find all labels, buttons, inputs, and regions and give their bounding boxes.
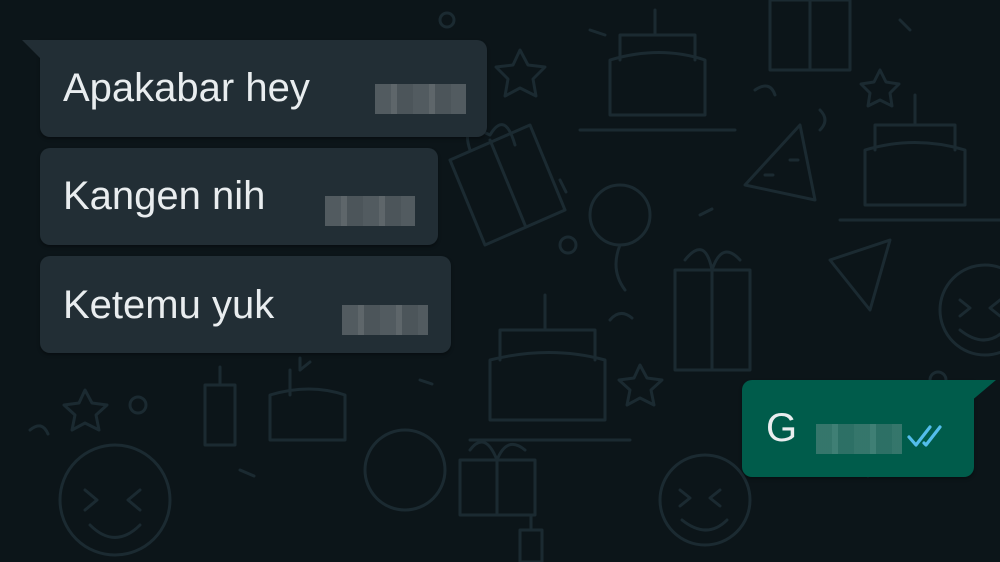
doodle-party-hat-icon [828,238,892,312]
doodle-face-icon [363,428,447,512]
message-text: Kangen nih [63,174,266,218]
doodle-cake-icon [268,356,347,442]
doodle-candle-icon [203,365,237,447]
doodle-star-icon [859,68,901,108]
doodle-gift-icon [768,0,852,72]
doodle-face-icon [58,443,172,557]
doodle-cake-icon [838,93,1000,222]
doodle-gift-icon [673,248,752,372]
bubble-tail [22,40,44,62]
double-check-read-icon [907,425,942,447]
doodle-gift-icon [458,440,537,517]
blurred-timestamp [342,305,428,335]
doodle-gift-icon [448,123,567,247]
outgoing-message-bubble[interactable]: G [742,380,996,477]
blurred-timestamp [816,424,902,454]
message-text: G [766,406,798,450]
blurred-timestamp [325,196,415,226]
doodle-face-icon [938,263,1000,357]
doodle-star-icon [617,363,664,407]
doodle-face-icon [658,453,752,547]
blurred-timestamp [375,84,466,114]
incoming-message-bubble[interactable]: Ketemu yuk [40,256,451,353]
doodle-cake-icon [578,8,737,132]
doodle-balloon-icon [588,183,652,292]
doodle-star-icon [494,48,547,98]
incoming-message-bubble[interactable]: Apakabar hey [22,40,487,137]
message-text: Apakabar hey [63,66,310,110]
incoming-message-bubble[interactable]: Kangen nih [40,148,438,245]
bubble-tail [970,380,996,402]
doodle-candle-icon [518,513,544,562]
doodle-star-icon [62,388,109,432]
doodle-party-hat-icon [743,123,817,202]
doodle-cake-icon [468,293,632,442]
message-text: Ketemu yuk [63,283,275,327]
